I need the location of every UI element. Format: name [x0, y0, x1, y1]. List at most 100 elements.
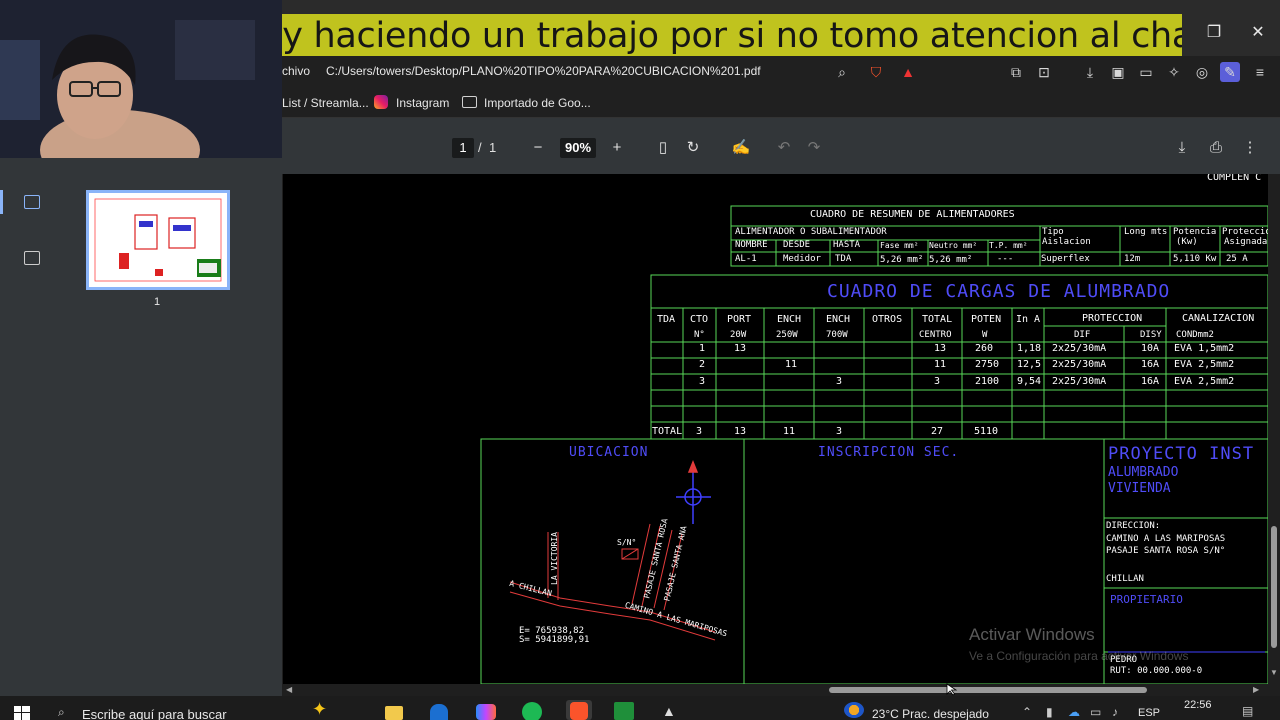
loads-title: CUADRO DE CARGAS DE ALUMBRADO — [827, 281, 1171, 302]
zoom-level-input[interactable]: 90% — [560, 138, 596, 158]
network-icon[interactable]: ▭ — [1090, 705, 1101, 719]
edge-icon[interactable] — [430, 704, 448, 720]
vpn-icon[interactable]: ◎ — [1192, 62, 1212, 82]
taskbar-search-input[interactable]: Escribe aquí para buscar — [82, 707, 227, 720]
load-row-2-dif: 2x25/30mA — [1052, 359, 1107, 370]
undo-icon[interactable]: ↶ — [774, 138, 794, 158]
fit-page-icon[interactable]: ▯ — [653, 138, 673, 158]
pdf-page-view[interactable]: CUMPLEN C CUADRO DE RESUMEN DE ALIMENTAD… — [283, 174, 1268, 684]
load-row-2-cto: 2 — [699, 359, 706, 370]
rotate-icon[interactable]: ↻ — [683, 138, 703, 158]
total-ench700: 3 — [836, 426, 843, 437]
copilot-app-icon[interactable] — [476, 704, 496, 720]
menu-icon[interactable]: ≡ — [1250, 62, 1270, 82]
page-number-input[interactable]: 1 — [452, 138, 474, 158]
cloud-icon[interactable]: ☁ — [1068, 705, 1080, 719]
brave-icon[interactable] — [570, 702, 588, 720]
activate-windows-hint: Ve a Configuración para activar Windows — [969, 649, 1189, 663]
excel-icon[interactable] — [614, 702, 634, 720]
download-icon[interactable]: ⤓ — [1080, 62, 1100, 82]
weather-icon — [844, 702, 864, 718]
vertical-scrollbar[interactable]: ▼ — [1268, 174, 1280, 684]
thumbnails-icon[interactable] — [24, 195, 40, 209]
loads-h-ench1: ENCH — [777, 314, 802, 325]
brave-rewards-icon[interactable]: ▲ — [898, 62, 918, 82]
restore-icon[interactable]: ❐ — [1202, 22, 1226, 42]
scroll-down-icon[interactable]: ▼ — [1270, 668, 1278, 677]
load-row-1-poten: 260 — [975, 343, 994, 354]
stream-caption: Estoy haciendo un trabajo por si no tomo… — [206, 14, 1182, 59]
load-row-2-centro: 11 — [934, 359, 947, 370]
summary-r-nombre: AL-1 — [735, 254, 757, 264]
loads-h2-cond: CONDmm2 — [1176, 330, 1214, 340]
language-indicator[interactable]: ESP — [1138, 707, 1160, 719]
load-row-1-centro: 13 — [934, 343, 947, 354]
summary-kw: (Kw) — [1176, 237, 1198, 247]
leo-ai-icon[interactable]: ✧ — [1164, 62, 1184, 82]
volume-icon[interactable]: ♪ — [1112, 705, 1118, 719]
load-row-1-cto: 1 — [699, 343, 706, 354]
activate-windows-watermark: Activar Windows — [969, 625, 1095, 644]
outline-icon[interactable] — [24, 251, 40, 265]
more-options-icon[interactable]: ⋮ — [1240, 138, 1260, 158]
screen: Estoy haciendo un trabajo por si no tomo… — [0, 0, 1280, 720]
sidebar-toggle-icon[interactable]: ▣ — [1108, 62, 1128, 82]
summary-h-neutro: Neutro mm² — [929, 241, 978, 250]
loads-h-total: TOTAL — [922, 314, 953, 325]
screenshot-icon[interactable]: ⊡ — [1034, 62, 1054, 82]
zoom-out-icon[interactable]: − — [528, 138, 548, 158]
loads-h2-disy: DISY — [1140, 330, 1162, 340]
load-row-3-ench700: 3 — [836, 376, 843, 387]
scroll-left-icon[interactable]: ◀ — [286, 685, 292, 694]
draw-icon[interactable]: ✍ — [731, 138, 751, 158]
load-row-3-cond: EVA 2,5mm2 — [1174, 376, 1235, 387]
clock[interactable]: 22:56 — [1184, 699, 1212, 711]
summary-r-proteccion: 25 A — [1226, 254, 1248, 264]
pdf-download-icon[interactable]: ⤓ — [1172, 138, 1192, 158]
wallet-icon[interactable]: ▭ — [1136, 62, 1156, 82]
load-row-3-cto: 3 — [699, 376, 706, 387]
load-row-2-cond: EVA 2,5mm2 — [1174, 359, 1235, 370]
bookmark-streamlabs[interactable]: List / Streamla... — [282, 96, 369, 110]
bookmark-imported[interactable]: Importado de Goo... — [484, 96, 591, 110]
autocad-icon[interactable]: ▲ — [662, 703, 676, 719]
brave-shield-icon[interactable]: ⛉ — [866, 62, 886, 82]
print-icon[interactable]: ⎙ — [1206, 138, 1226, 158]
summary-tipo: Tipo — [1042, 227, 1064, 237]
spotify-icon[interactable] — [522, 702, 542, 720]
page-separator: / — [478, 140, 482, 155]
horizontal-scrollbar[interactable]: ◀ ▶ — [283, 684, 1268, 696]
url-field[interactable]: C:/Users/towers/Desktop/PLANO%20TIPO%20P… — [326, 64, 761, 78]
tray-chevron-icon[interactable]: ⌃ — [1022, 705, 1032, 719]
horizontal-scroll-thumb[interactable] — [829, 687, 1147, 693]
scroll-right-icon[interactable]: ▶ — [1253, 685, 1259, 694]
total-port: 13 — [734, 426, 747, 437]
search-icon[interactable]: ⌕ — [58, 705, 65, 720]
file-explorer-icon[interactable] — [385, 706, 403, 720]
zoom-in-icon[interactable]: + — [607, 138, 627, 158]
proyecto-line2: VIVIENDA — [1108, 481, 1171, 496]
loads-h-in: In A — [1016, 314, 1041, 325]
folder-icon — [462, 96, 477, 108]
windows-start-icon[interactable] — [14, 706, 30, 720]
cad-drawing-lines — [480, 205, 1268, 684]
notifications-icon[interactable]: ▤ — [1242, 704, 1253, 718]
zoom-icon[interactable]: ⌕ — [832, 62, 852, 82]
summary-asignada: Asignada — [1224, 237, 1268, 247]
bookmark-instagram[interactable]: Instagram — [396, 96, 449, 110]
vertical-scroll-thumb[interactable] — [1271, 526, 1277, 648]
profile-icon[interactable]: ✎ — [1220, 62, 1240, 82]
webcam-person-illustration — [0, 0, 282, 158]
close-icon[interactable]: ✕ — [1246, 22, 1270, 42]
weather-text[interactable]: 23°C Prac. despejado — [872, 707, 989, 720]
summary-r-desde: Medidor — [783, 254, 821, 264]
copilot-icon[interactable]: ✦ — [312, 699, 327, 720]
extensions-icon[interactable]: ⧉ — [1006, 62, 1026, 82]
load-row-2-ench250: 11 — [785, 359, 798, 370]
page-thumbnail[interactable] — [86, 190, 230, 290]
windows-taskbar: ⌕ Escribe aquí para buscar ✦ ▲ 23°C Prac… — [0, 696, 1280, 720]
usb-icon[interactable]: ▮ — [1046, 705, 1053, 719]
redo-icon[interactable]: ↷ — [804, 138, 824, 158]
sidebar-active-indicator — [0, 190, 3, 214]
load-row-1-port: 13 — [734, 343, 747, 354]
